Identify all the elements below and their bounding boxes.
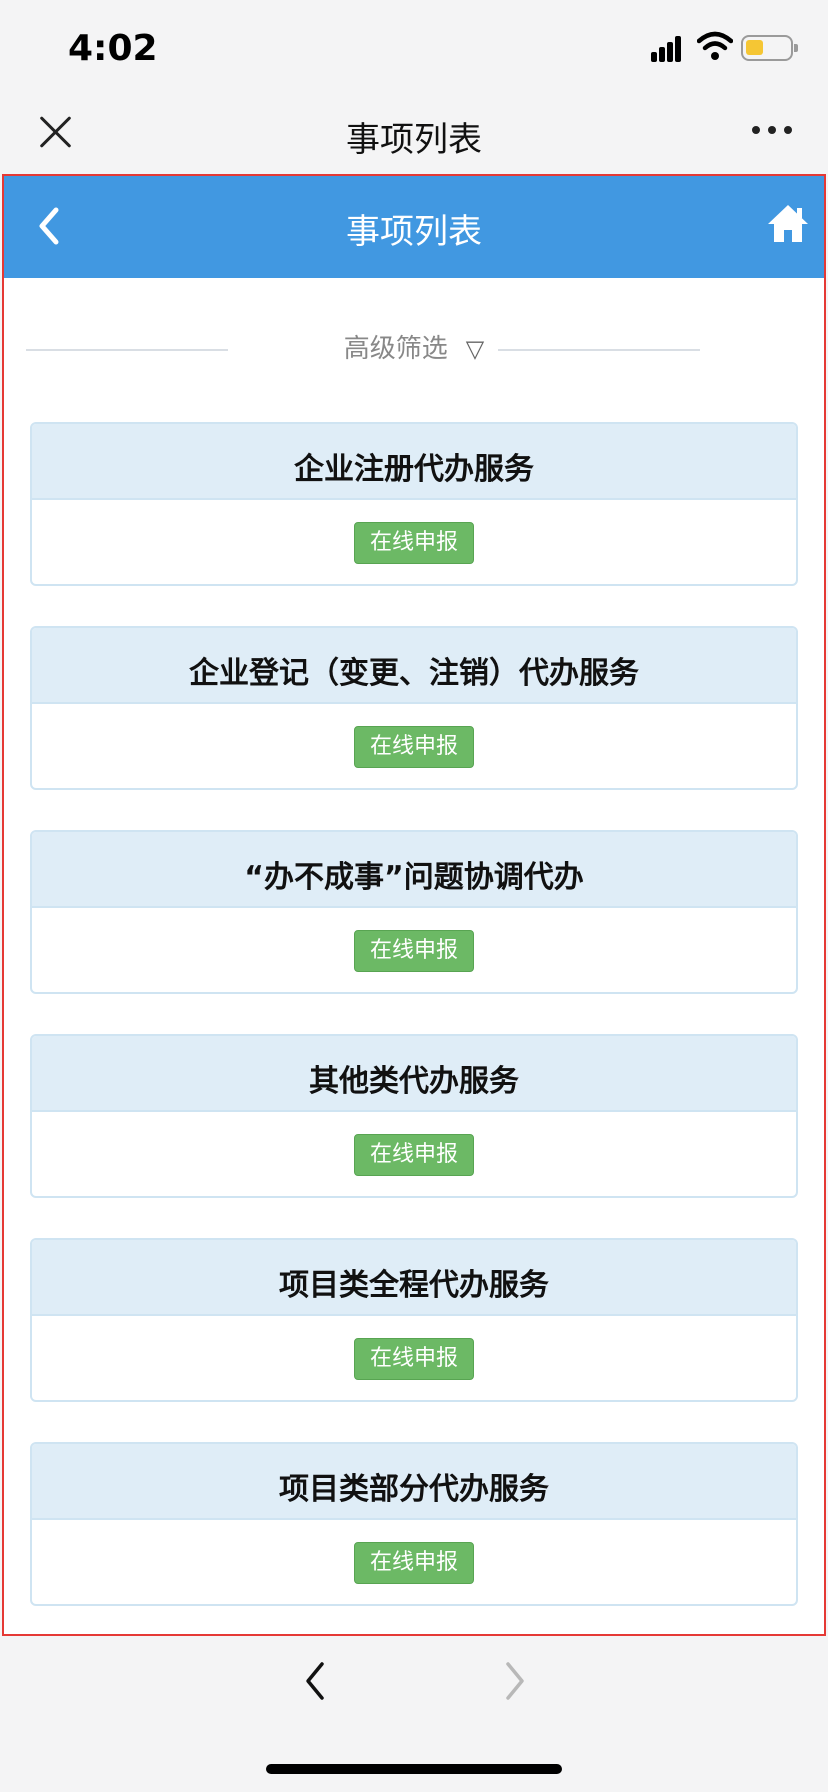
card-title: 项目类部分代办服务 bbox=[32, 1444, 796, 1520]
status-time: 4:02 bbox=[68, 28, 158, 69]
service-card: 企业注册代办服务 在线申报 bbox=[30, 422, 798, 586]
page-header: 事项列表 bbox=[4, 176, 824, 278]
triangle-down-icon: ▽ bbox=[465, 335, 485, 363]
service-card: 其他类代办服务 在线申报 bbox=[30, 1034, 798, 1198]
divider bbox=[498, 349, 700, 351]
item-list-content: 高级筛选 ▽ 企业注册代办服务 在线申报 企业登记（变更、注销）代办服务 在线申报… bbox=[4, 278, 824, 1634]
card-title: 项目类全程代办服务 bbox=[32, 1240, 796, 1316]
wechat-title: 事项列表 bbox=[346, 120, 482, 160]
service-card: 项目类部分代办服务 在线申报 bbox=[30, 1442, 798, 1606]
cellular-signal-icon bbox=[651, 34, 687, 62]
advanced-filter[interactable]: 高级筛选 ▽ bbox=[4, 328, 824, 372]
chevron-left-icon[interactable] bbox=[300, 1658, 330, 1704]
wifi-icon bbox=[697, 31, 733, 60]
apply-online-button[interactable]: 在线申报 bbox=[354, 1134, 474, 1176]
service-card: 企业登记（变更、注销）代办服务 在线申报 bbox=[30, 626, 798, 790]
filter-label: 高级筛选 bbox=[343, 334, 448, 364]
status-bar: 4:02 bbox=[0, 0, 828, 96]
home-icon[interactable] bbox=[766, 202, 810, 246]
page-title: 事项列表 bbox=[346, 212, 482, 252]
battery-icon bbox=[741, 35, 798, 61]
service-card: 项目类全程代办服务 在线申报 bbox=[30, 1238, 798, 1402]
card-title: 其他类代办服务 bbox=[32, 1036, 796, 1112]
apply-online-button[interactable]: 在线申报 bbox=[354, 1338, 474, 1380]
apply-online-button[interactable]: 在线申报 bbox=[354, 726, 474, 768]
apply-online-button[interactable]: 在线申报 bbox=[354, 930, 474, 972]
more-icon[interactable] bbox=[752, 126, 792, 136]
wechat-nav-bar: 事项列表 bbox=[0, 96, 828, 176]
card-title: “办不成事”问题协调代办 bbox=[32, 832, 796, 908]
apply-online-button[interactable]: 在线申报 bbox=[354, 1542, 474, 1584]
card-title: 企业登记（变更、注销）代办服务 bbox=[32, 628, 796, 704]
card-title: 企业注册代办服务 bbox=[32, 424, 796, 500]
home-indicator bbox=[266, 1764, 562, 1774]
service-card: “办不成事”问题协调代办 在线申报 bbox=[30, 830, 798, 994]
bottom-toolbar bbox=[0, 1636, 828, 1792]
apply-online-button[interactable]: 在线申报 bbox=[354, 522, 474, 564]
chevron-right-icon[interactable] bbox=[500, 1658, 530, 1704]
